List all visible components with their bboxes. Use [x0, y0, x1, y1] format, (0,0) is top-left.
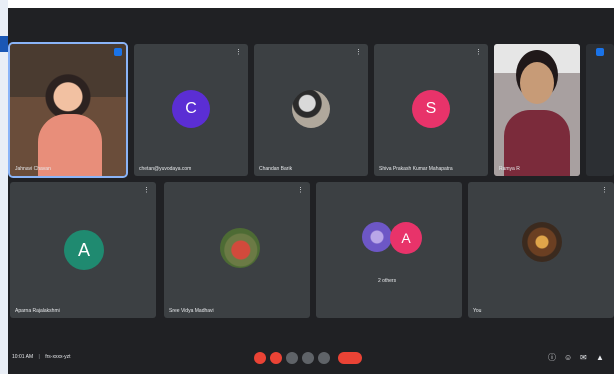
activities-icon[interactable]: ▲: [596, 354, 604, 362]
avatar: S: [412, 90, 450, 128]
avatar-initial: A: [401, 230, 411, 246]
avatar: A: [64, 230, 104, 270]
video-grid: Jahnavi Chavan C ⋮ chetan@yuvodaya.com ⋮…: [8, 8, 614, 374]
avatar-photo: [292, 90, 330, 128]
avatar-photo: [220, 228, 260, 268]
participant-tile-8[interactable]: A 2 others: [316, 182, 462, 318]
mic-off-icon[interactable]: [254, 352, 266, 364]
avatar-photo-back: [362, 222, 392, 252]
participant-name: Sree Vidya Madhavi: [169, 308, 214, 314]
participant-name: Jahnavi Chavan: [15, 166, 51, 172]
meeting-time: 10:01 AM: [12, 354, 34, 360]
camera-off-icon[interactable]: [270, 352, 282, 364]
meeting-controls-bar: 10:01 AM | frs-xxxx-yzt ⓘ ☺ ✉ ▲: [8, 338, 614, 374]
info-icon[interactable]: ⓘ: [548, 354, 556, 362]
more-icon[interactable]: ⋮: [143, 187, 150, 194]
side-strip-marker: [0, 36, 8, 52]
participant-name: Shiva Prakash Kumar Mahapatra: [379, 166, 453, 172]
more-icon[interactable]: ⋮: [601, 187, 608, 194]
end-call-icon[interactable]: [338, 352, 362, 364]
participant-tile-9[interactable]: ⋮ You: [468, 182, 614, 318]
participant-name: Chandan Barik: [259, 166, 293, 172]
avatar-initial: C: [185, 100, 197, 117]
participant-tile-7[interactable]: ⋮ Sree Vidya Madhavi: [164, 182, 310, 318]
present-icon[interactable]: [302, 352, 314, 364]
more-icon[interactable]: ⋮: [235, 49, 242, 56]
divider: |: [38, 354, 40, 360]
side-strip: [0, 0, 8, 374]
more-icon[interactable]: ⋮: [355, 49, 362, 56]
participant-tile-3[interactable]: ⋮ Chandan Barik: [254, 44, 368, 176]
participant-tile-2[interactable]: C ⋮ chetan@yuvodaya.com: [134, 44, 248, 176]
more-options-icon[interactable]: [318, 352, 330, 364]
participant-name: Ramya R: [499, 166, 520, 172]
participant-name: 2 others: [378, 278, 397, 284]
meeting-code: frs-xxxx-yzt: [45, 354, 71, 360]
captions-icon[interactable]: [286, 352, 298, 364]
participant-tile-6[interactable]: A ⋮ Aparna Rajalakshmi: [10, 182, 156, 318]
participant-tile-5[interactable]: Ramya R: [494, 44, 580, 176]
pin-icon[interactable]: [114, 48, 122, 56]
avatar-initial: A: [77, 239, 90, 260]
more-icon[interactable]: ⋮: [475, 49, 482, 56]
participant-tile-1[interactable]: Jahnavi Chavan: [8, 42, 128, 178]
avatar: A: [390, 222, 422, 254]
participant-name: Aparna Rajalakshmi: [15, 308, 60, 314]
people-icon[interactable]: ☺: [564, 354, 572, 362]
participant-name: chetan@yuvodaya.com: [139, 166, 192, 172]
avatar-photo: [522, 222, 562, 262]
more-icon[interactable]: ⋮: [297, 187, 304, 194]
meeting-screenshot: Jahnavi Chavan C ⋮ chetan@yuvodaya.com ⋮…: [0, 0, 614, 374]
participant-name: You: [473, 308, 482, 314]
chat-icon[interactable]: ✉: [580, 354, 588, 362]
participant-face: [520, 62, 554, 104]
participant-tile-edge: [586, 44, 614, 176]
meeting-time-and-code: 10:01 AM | frs-xxxx-yzt: [12, 354, 71, 360]
participant-tile-4[interactable]: S ⋮ Shiva Prakash Kumar Mahapatra: [374, 44, 488, 176]
avatar: C: [172, 90, 210, 128]
pin-icon[interactable]: [596, 48, 604, 56]
avatar-initial: S: [425, 100, 437, 117]
